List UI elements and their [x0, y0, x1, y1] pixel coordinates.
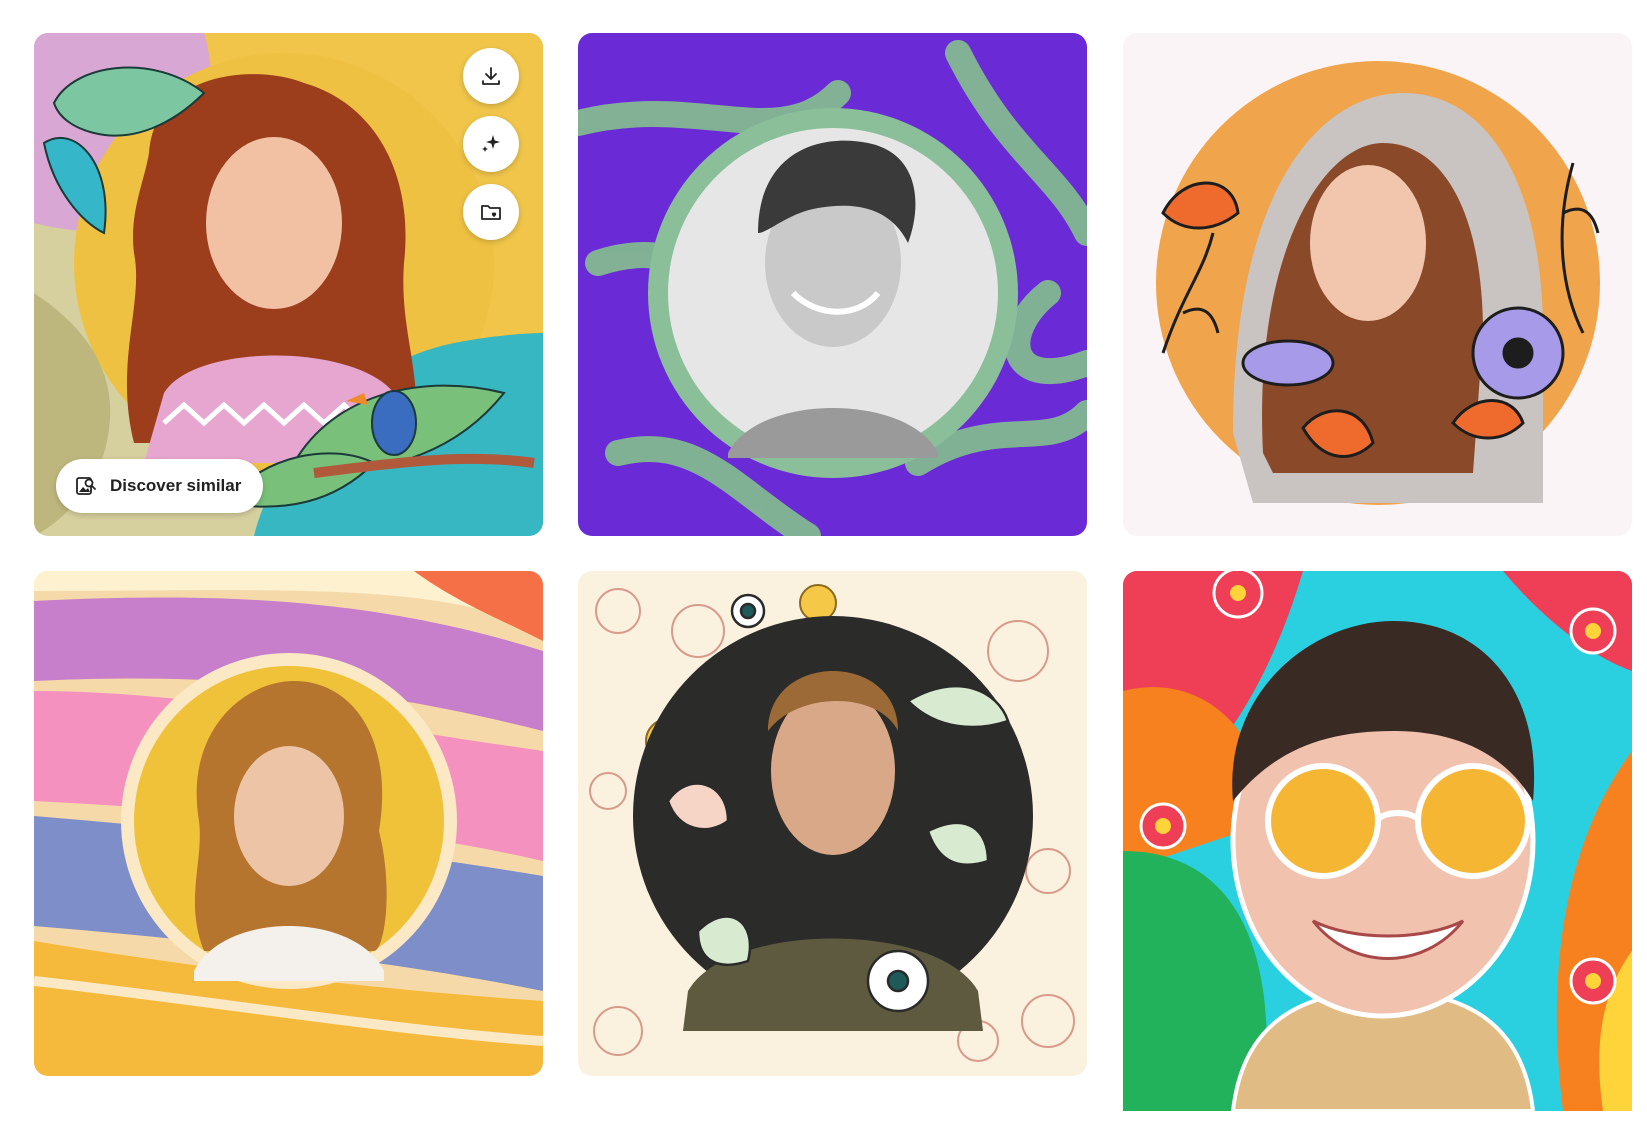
card-image [578, 571, 1087, 1076]
card-image [1123, 33, 1632, 536]
hover-actions [463, 48, 519, 240]
download-button[interactable] [463, 48, 519, 104]
image-card[interactable] [578, 571, 1087, 1076]
image-card[interactable]: Discover similar [34, 33, 543, 536]
image-card[interactable] [34, 571, 543, 1076]
image-card[interactable] [578, 33, 1087, 536]
discover-similar-button[interactable]: Discover similar [56, 459, 264, 513]
image-search-icon [76, 477, 96, 495]
card-image [1123, 571, 1632, 1111]
image-card[interactable] [1123, 33, 1632, 536]
image-card[interactable] [1123, 571, 1632, 1111]
discover-similar-label: Discover similar [110, 476, 242, 495]
save-to-collection-button[interactable] [463, 184, 519, 240]
download-icon [482, 67, 500, 85]
sparkle-icon [482, 135, 500, 152]
card-image [34, 571, 543, 1076]
ai-edit-button[interactable] [463, 116, 519, 172]
folder-heart-icon [481, 205, 501, 220]
card-image [578, 33, 1087, 536]
